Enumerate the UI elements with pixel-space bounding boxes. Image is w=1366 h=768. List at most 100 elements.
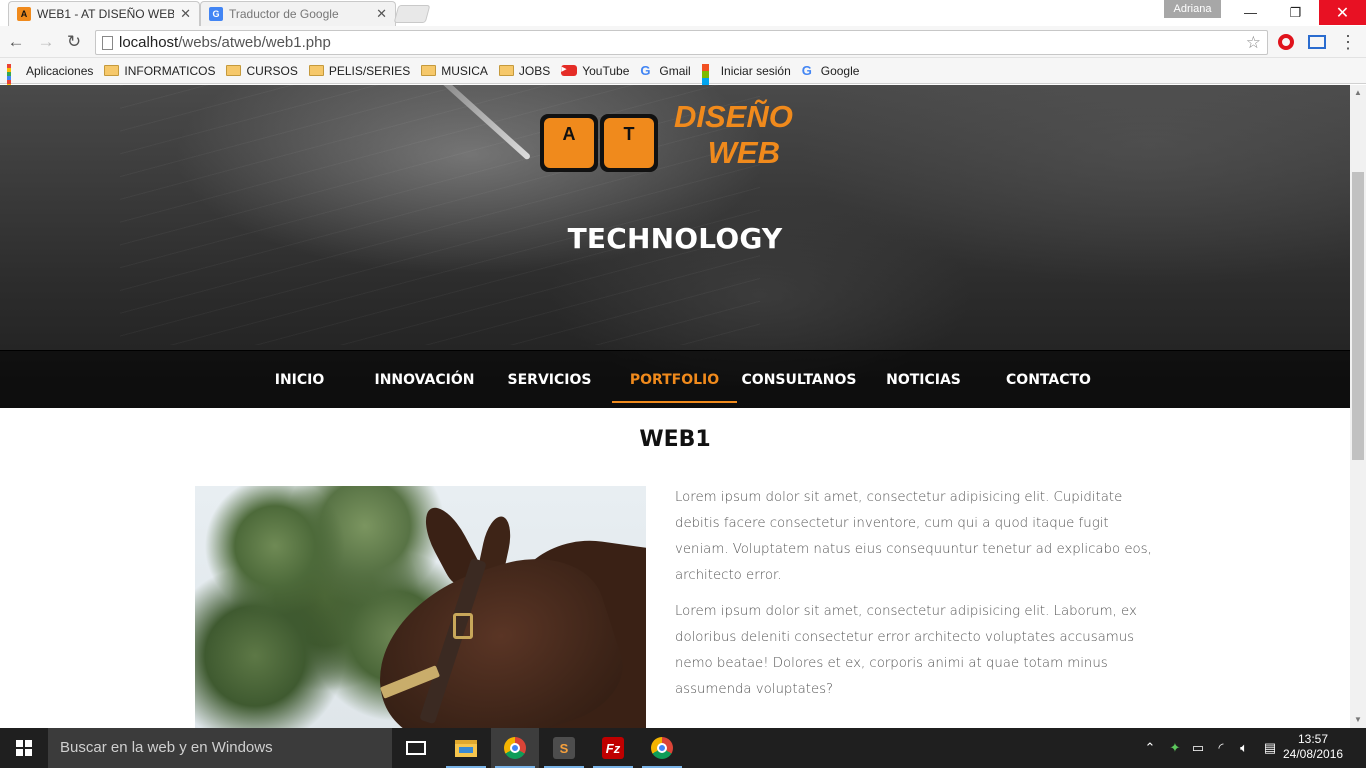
taskbar-file-explorer[interactable] [442,728,490,768]
windows-logo-icon [16,740,32,756]
google-icon: G [640,63,651,78]
horse-image [195,486,646,728]
task-view-icon [406,741,426,755]
dropbox-icon[interactable]: ✦ [1164,728,1186,768]
bookmark-star-icon[interactable]: ☆ [1246,33,1261,53]
page-viewport: A T DISEÑO WEB TECHNOLOGY INICIO INNOVAC… [0,85,1350,728]
menu-icon[interactable]: ⋮ [1337,31,1359,53]
hero-title: TECHNOLOGY [567,222,783,255]
taskbar-sublime[interactable]: S [540,728,588,768]
tab-web1[interactable]: A WEB1 - AT DISEÑO WEB ✕ [8,1,200,26]
nav-noticias[interactable]: NOTICIAS [861,351,986,409]
bookmarks-bar: Aplicaciones INFORMATICOS CURSOS PELIS/S… [0,58,1366,100]
page-icon [102,35,113,50]
taskbar-chrome[interactable] [491,728,539,768]
restore-icon[interactable]: ❐ [1273,0,1318,25]
wifi-icon[interactable]: ◜ [1210,728,1232,768]
url-path: /webs/atweb/web1.php [178,34,331,51]
new-tab-button[interactable] [393,5,431,23]
folder-icon [308,65,324,76]
taskbar-clock[interactable]: 13:57 24/08/2016 [1283,732,1343,762]
close-tab-icon[interactable]: ✕ [376,6,387,22]
folder-icon [498,65,514,76]
clock-date: 24/08/2016 [1283,747,1344,761]
taskbar-chrome-2[interactable] [638,728,686,768]
paragraph-1: Lorem ipsum dolor sit amet, consectetur … [675,490,1152,583]
bookmark-informaticos[interactable]: INFORMATICOS [104,64,215,78]
bookmark-cursos[interactable]: CURSOS [226,63,298,78]
site-logo[interactable]: A T [540,114,658,172]
notifications-icon[interactable]: ▤ [1258,728,1282,768]
bookmark-label: JOBS [518,63,551,78]
chrome-icon [504,737,526,759]
clock-time: 13:57 [1297,732,1329,746]
task-view-button[interactable] [392,728,440,768]
youtube-icon: ▶ [561,65,578,76]
close-tab-icon[interactable]: ✕ [180,6,191,22]
apps-icon [7,63,21,100]
bookmark-label: YouTube [582,63,630,78]
logo-key-t: T [600,114,658,172]
bookmark-pelis-series[interactable]: PELIS/SERIES [308,64,410,78]
nav-inicio[interactable]: INICIO [237,351,362,409]
bookmark-label: Aplicaciones [26,63,94,78]
filezilla-icon: Fz [602,737,624,759]
logo-key-a: A [540,114,598,172]
taskbar-search-input[interactable]: Buscar en la web y en Windows [48,728,392,768]
scroll-thumb[interactable] [1352,172,1364,460]
nav-innovacion[interactable]: INNOVACIÓN [362,351,487,409]
bookmark-iniciar-sesion[interactable]: Iniciar sesión [701,63,791,92]
bookmark-google[interactable]: G Google [802,63,860,78]
opera-extension-icon[interactable] [1275,31,1297,53]
tab-title: Traductor de Google [229,7,339,21]
scroll-down-icon[interactable]: ▼ [1350,712,1366,728]
bookmark-label: CURSOS [246,63,298,78]
browser-tabstrip: A WEB1 - AT DISEÑO WEB ✕ G Traductor de … [0,0,1366,26]
scroll-up-icon[interactable]: ▲ [1350,85,1366,101]
address-bar[interactable]: localhost/webs/atweb/web1.php ☆ [95,30,1268,55]
nav-portfolio[interactable]: PORTFOLIO [612,351,737,409]
back-icon[interactable]: ← [4,30,28,54]
file-explorer-icon [455,739,477,757]
google-translate-icon: G [209,7,223,21]
site-favicon-icon: A [17,7,31,21]
bookmark-gmail[interactable]: G Gmail [640,63,690,78]
nav-consultanos[interactable]: CONSULTANOS [737,351,861,409]
bookmark-aplicaciones[interactable]: Aplicaciones [7,63,94,100]
google-icon: G [801,63,812,78]
window-close-icon[interactable]: ✕ [1319,0,1366,25]
vertical-scrollbar[interactable]: ▲ ▼ [1350,85,1366,728]
tab-title: WEB1 - AT DISEÑO WEB [37,7,175,21]
taskbar-filezilla[interactable]: Fz [589,728,637,768]
bookmark-jobs[interactable]: JOBS [498,63,551,78]
bookmark-youtube[interactable]: ▶ YouTube [561,64,629,78]
volume-icon[interactable]: 🔈︎ [1233,728,1255,768]
nav-servicios[interactable]: SERVICIOS [487,351,612,409]
windows-taskbar: Buscar en la web y en Windows S Fz ⌃ ✦ ▭… [0,728,1366,768]
hero-background-texture [120,85,760,345]
sublime-text-icon: S [553,737,575,759]
reload-icon[interactable]: ↻ [62,30,86,54]
chrome-icon [651,737,673,759]
start-button[interactable] [0,728,48,768]
bookmark-label: Gmail [659,63,691,78]
cast-icon[interactable] [1306,31,1328,53]
bookmark-label: INFORMATICOS [124,63,216,78]
minimize-icon[interactable]: — [1228,0,1273,25]
paragraph-2: Lorem ipsum dolor sit amet, consectetur … [675,604,1137,697]
bookmark-musica[interactable]: MUSICA [421,64,488,78]
logo-line-2: WEB [707,135,780,170]
profile-button[interactable]: Adriana [1164,0,1221,18]
microsoft-icon [701,63,716,92]
main-nav: INICIO INNOVACIÓN SERVICIOS PORTFOLIO CO… [0,350,1350,408]
nav-contacto[interactable]: CONTACTO [986,351,1111,409]
hero-banner: A T DISEÑO WEB TECHNOLOGY INICIO INNOVAC… [0,85,1350,408]
battery-icon[interactable]: ▭ [1187,728,1209,768]
bookmark-label: MUSICA [441,63,488,78]
forward-icon[interactable]: → [34,30,58,54]
logo-text: DISEÑO WEB [670,99,810,171]
folder-icon [421,65,437,76]
show-hidden-icons[interactable]: ⌃ [1140,728,1160,768]
tab-traductor[interactable]: G Traductor de Google ✕ [200,1,396,26]
folder-icon [226,65,242,76]
